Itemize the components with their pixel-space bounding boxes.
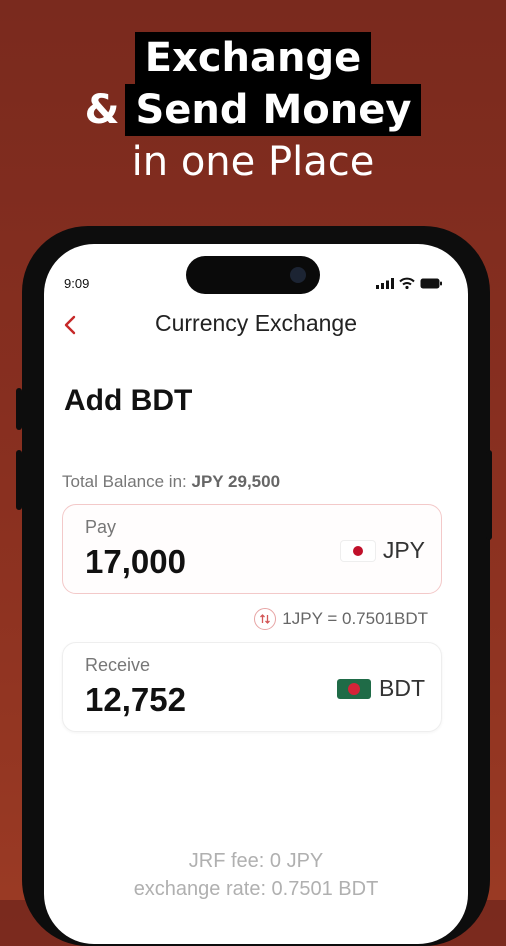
receive-currency-selector[interactable]: BDT <box>337 675 425 702</box>
signal-icon <box>376 277 394 289</box>
dynamic-island <box>186 256 320 294</box>
receive-currency-code: BDT <box>379 675 425 701</box>
app-screen: 9:09 Currency Exchange Add BDT Total Bal… <box>44 244 468 944</box>
battery-icon <box>420 278 442 288</box>
headline-line-2: & Send Money <box>0 84 506 136</box>
promo-headline: Exchange & Send Money in one Place <box>0 32 506 188</box>
status-time: 9:09 <box>64 276 90 291</box>
exchange-rate-text: 1JPY = 0.7501BDT <box>282 609 428 628</box>
exchange-rate-footer: exchange rate: 0.7501 BDT <box>133 878 379 900</box>
bangladesh-flag-icon <box>337 678 371 699</box>
pay-currency-code: JPY <box>382 537 425 563</box>
pay-label: Pay <box>85 517 117 537</box>
balance-value: JPY 29,500 <box>191 472 281 491</box>
wifi-icon <box>399 277 415 289</box>
camera-icon <box>290 267 306 283</box>
balance-label: Total Balance in: <box>62 472 187 491</box>
headline-ampersand: & <box>84 87 120 133</box>
phone-side-button <box>16 388 22 430</box>
swap-icon[interactable] <box>254 608 277 630</box>
receive-amount[interactable]: 12,752 <box>85 681 186 719</box>
pay-card[interactable]: Pay 17,000 JPY <box>62 504 442 594</box>
pay-amount[interactable]: 17,000 <box>85 543 186 581</box>
nav-title: Currency Exchange <box>155 310 357 336</box>
headline-line-3: in one Place <box>131 139 375 185</box>
receive-label: Receive <box>85 655 151 675</box>
page-title: Add BDT <box>64 384 193 417</box>
exchange-rate-row: 1JPY = 0.7501BDT <box>254 608 428 630</box>
japan-flag-icon <box>340 540 375 561</box>
receive-card[interactable]: Receive 12,752 BDT <box>62 642 442 732</box>
headline-exchange: Exchange <box>134 32 372 84</box>
nav-bar: Currency Exchange <box>44 304 468 348</box>
phone-side-button <box>16 450 22 510</box>
total-balance: Total Balance in: JPY 29,500 <box>62 472 280 492</box>
status-icons <box>376 277 442 289</box>
headline-line-1: Exchange <box>0 32 506 84</box>
phone-side-button <box>486 450 492 540</box>
headline-send-money: Send Money <box>125 84 422 136</box>
pay-currency-selector[interactable]: JPY <box>340 537 425 564</box>
fee-text: JRF fee: 0 JPY <box>188 850 324 872</box>
